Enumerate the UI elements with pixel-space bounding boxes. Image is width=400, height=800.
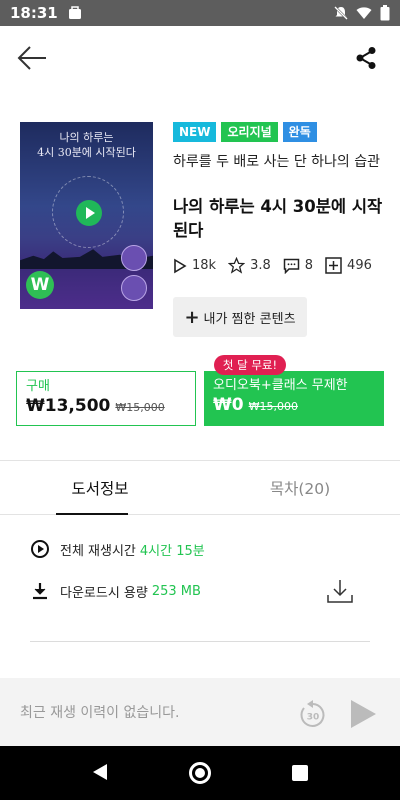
playtime-value: 4시간 15분 (139, 543, 205, 559)
book-subtitle: 하루를 두 배로 사는 단 하나의 습관 (173, 154, 381, 170)
tab-bar: 도서정보 목차(20) (0, 461, 400, 515)
playtime-row: 전체 재생시간 4시간 15분 (30, 539, 205, 559)
buy-label: 구매 (26, 379, 50, 394)
download-size-row: 다운로드시 용량 253 MB (30, 581, 201, 601)
download-size-label: 다운로드시 용량 (60, 585, 148, 601)
rating-stat[interactable]: 3.8 (228, 257, 271, 274)
play-count-icon (174, 258, 187, 273)
nav-home-icon[interactable] (189, 762, 211, 784)
share-icon[interactable] (352, 44, 380, 72)
download-size-value: 253 MB (151, 583, 201, 599)
battery-icon (380, 5, 390, 21)
notifications-off-icon (334, 6, 348, 20)
no-history-text: 최근 재생 이력이 없습니다. (20, 705, 180, 721)
cover-seal-icon (121, 245, 147, 271)
play-icon[interactable] (348, 698, 378, 730)
replay-30-icon[interactable]: 30 (298, 700, 328, 730)
svg-text:30: 30 (307, 713, 320, 723)
buy-price: ₩13,500 (26, 396, 111, 416)
status-bar: 18:31 (0, 0, 400, 26)
status-time: 18:31 (10, 4, 58, 22)
buy-button[interactable]: 구매 ₩13,500 ₩15,000 (16, 371, 196, 426)
add-box-icon (325, 257, 342, 274)
comment-icon (283, 258, 300, 274)
subscription-button[interactable]: 오디오북+클래스 무제한 ₩0 ₩15,000 (204, 371, 384, 426)
cover-brand-badge: W (26, 271, 54, 299)
add-to-picks-button[interactable]: + 내가 찜한 콘텐츠 (173, 297, 307, 337)
plays-stat: 18k (173, 258, 216, 274)
buy-price-row: ₩13,500 ₩15,000 (26, 396, 186, 416)
app-bar (0, 26, 400, 90)
star-icon (228, 257, 246, 274)
system-nav-bar (0, 746, 400, 800)
badge-complete: 완독 (282, 122, 317, 142)
badge-new: NEW (173, 122, 217, 142)
subscription-price: ₩0 (213, 395, 244, 415)
cover-play-icon (76, 200, 102, 226)
badge-original: 오리지널 (221, 122, 278, 142)
nav-recents-icon[interactable] (292, 765, 308, 781)
comments-stat[interactable]: 8 (283, 258, 313, 274)
cover-seal-icon (121, 275, 147, 301)
book-stats: 18k 3.8 8 496 (173, 257, 384, 274)
adds-count: 496 (347, 258, 372, 273)
comments-count: 8 (304, 258, 314, 273)
tab-table-of-contents[interactable]: 목차(20) (200, 461, 400, 514)
plus-icon: + (184, 306, 200, 328)
download-icon (33, 583, 47, 600)
playtime-icon (31, 540, 49, 558)
tab-book-info[interactable]: 도서정보 (0, 461, 200, 515)
book-cover[interactable]: 나의 하루는 4시 30분에 시작된다 W (20, 122, 153, 309)
subscription-original-price: ₩15,000 (248, 400, 298, 413)
subscription-label: 오디오북+클래스 무제한 (213, 378, 348, 393)
buy-original-price: ₩15,000 (115, 401, 165, 414)
wallet-icon (68, 6, 81, 19)
badge-list: NEW 오리지널 완독 (173, 122, 317, 142)
playtime-label: 전체 재생시간 (60, 543, 136, 559)
wifi-icon (356, 7, 372, 19)
rating-value: 3.8 (250, 258, 271, 273)
subscription-price-row: ₩0 ₩15,000 (213, 395, 375, 415)
mini-player: 최근 재생 이력이 없습니다. (0, 678, 400, 746)
plays-count: 18k (192, 258, 217, 273)
cover-title: 나의 하루는 4시 30분에 시작된다 (37, 131, 136, 159)
nav-back-icon[interactable] (92, 763, 108, 781)
download-button-icon[interactable] (326, 577, 354, 605)
back-arrow-icon[interactable] (16, 44, 48, 72)
free-trial-badge: 첫 달 무료! (214, 355, 286, 375)
add-to-picks-label: 내가 찜한 콘텐츠 (203, 311, 296, 327)
adds-stat[interactable]: 496 (325, 257, 372, 274)
info-divider (30, 641, 370, 642)
book-title: 나의 하루는 4시 30분에 시작된다 (173, 197, 383, 240)
